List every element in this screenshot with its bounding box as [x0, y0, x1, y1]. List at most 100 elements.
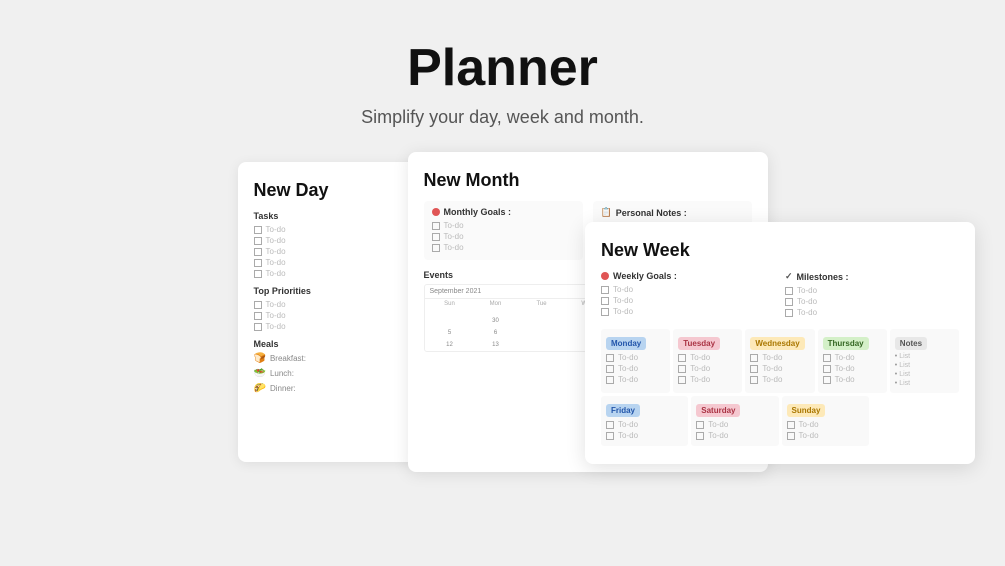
list-item: To-do: [432, 243, 575, 252]
list-item: To-do: [823, 364, 882, 373]
list-item: To-do: [606, 375, 665, 384]
red-dot-icon: [432, 208, 440, 216]
checkbox-icon: [432, 233, 440, 241]
list-item: To-do: [254, 322, 412, 331]
page-title: Planner: [361, 40, 644, 97]
day-name: Sun: [427, 301, 473, 307]
checkbox-icon: [601, 297, 609, 305]
monday-col: Monday To-do To-do To-do: [601, 329, 670, 393]
list-item: To-do: [678, 353, 737, 362]
checkbox-icon: [601, 286, 609, 294]
list-item: To-do: [254, 269, 412, 278]
page-subtitle: Simplify your day, week and month.: [361, 107, 644, 128]
list-item: To-do: [254, 247, 412, 256]
notes-list-item: List: [895, 362, 954, 369]
checkbox-icon: [696, 432, 704, 440]
new-day-card: New Day Tasks To-do To-do To-do To-do To…: [238, 162, 428, 462]
saturday-label: Saturday: [696, 404, 740, 417]
sunday-label: Sunday: [787, 404, 826, 417]
checkbox-icon: [254, 323, 262, 331]
personal-notes-title: 📋 Personal Notes :: [601, 207, 744, 218]
breakfast-icon: 🍞: [254, 353, 266, 364]
checkbox-icon: [254, 237, 262, 245]
list-item: To-do: [601, 285, 775, 294]
checkmark-icon: ✓: [785, 271, 793, 282]
list-item: To-do: [606, 420, 683, 429]
monthly-goals-section: Monthly Goals : To-do To-do To-do: [424, 201, 583, 260]
week-top-sections: Weekly Goals : To-do To-do To-do ✓ Miles…: [601, 271, 959, 319]
notes-label: Notes: [895, 337, 927, 350]
saturday-col: Saturday To-do To-do: [691, 396, 778, 446]
list-item: To-do: [601, 307, 775, 316]
checkbox-icon: [432, 244, 440, 252]
checkbox-icon: [254, 248, 262, 256]
checkbox-icon: [606, 376, 614, 384]
meals-label: Meals: [254, 339, 412, 349]
list-item: To-do: [606, 364, 665, 373]
dinner-row: 🌮 Dinner:: [254, 383, 412, 394]
sunday-col: Sunday To-do To-do: [782, 396, 869, 446]
checkbox-icon: [254, 226, 262, 234]
checkbox-icon: [254, 301, 262, 309]
checkbox-icon: [823, 365, 831, 373]
list-item: To-do: [254, 300, 412, 309]
list-item: To-do: [823, 353, 882, 362]
lunch-label: Lunch:: [270, 369, 294, 378]
checkbox-icon: [750, 376, 758, 384]
week-days-row1: Monday To-do To-do To-do Tuesday To-do T…: [601, 329, 959, 393]
page-header: Planner Simplify your day, week and mont…: [361, 0, 644, 128]
checkbox-icon: [785, 309, 793, 317]
notes-list-item: List: [895, 353, 954, 360]
milestones-section: ✓ Milestones : To-do To-do To-do: [785, 271, 959, 319]
checkbox-icon: [254, 259, 262, 267]
list-item: To-do: [785, 286, 959, 295]
lunch-row: 🥗 Lunch:: [254, 368, 412, 379]
dinner-label: Dinner:: [270, 384, 296, 393]
checkbox-icon: [750, 354, 758, 362]
list-item: To-do: [254, 311, 412, 320]
week-days-row2: Friday To-do To-do Saturday To-do To-do …: [601, 396, 959, 446]
checkbox-icon: [787, 432, 795, 440]
monday-label: Monday: [606, 337, 646, 350]
checkbox-icon: [254, 270, 262, 278]
tasks-label: Tasks: [254, 211, 412, 221]
milestones-title: ✓ Milestones :: [785, 271, 959, 282]
list-item: To-do: [787, 420, 864, 429]
breakfast-row: 🍞 Breakfast:: [254, 353, 412, 364]
checkbox-icon: [606, 365, 614, 373]
list-item: To-do: [750, 353, 809, 362]
wednesday-col: Wednesday To-do To-do To-do: [745, 329, 814, 393]
thursday-col: Thursday To-do To-do To-do: [818, 329, 887, 393]
notes-list-item: List: [895, 380, 954, 387]
checkbox-icon: [606, 432, 614, 440]
list-item: To-do: [823, 375, 882, 384]
list-item: To-do: [254, 258, 412, 267]
list-item: To-do: [678, 364, 737, 373]
checkbox-icon: [785, 287, 793, 295]
list-item: To-do: [606, 431, 683, 440]
checkbox-icon: [696, 421, 704, 429]
weekly-goals-title: Weekly Goals :: [601, 271, 775, 281]
red-dot-icon: [601, 272, 609, 280]
checkbox-icon: [432, 222, 440, 230]
cards-container: New Day Tasks To-do To-do To-do To-do To…: [0, 152, 1005, 472]
list-item: To-do: [696, 420, 773, 429]
friday-label: Friday: [606, 404, 640, 417]
lunch-icon: 🥗: [254, 368, 266, 379]
list-item: To-do: [254, 225, 412, 234]
day-card-title: New Day: [254, 180, 412, 201]
monthly-goals-title: Monthly Goals :: [432, 207, 575, 217]
month-card-title: New Month: [424, 170, 752, 191]
checkbox-icon: [678, 376, 686, 384]
checkbox-icon: [606, 421, 614, 429]
list-item: To-do: [787, 431, 864, 440]
day-name: Tue: [519, 301, 565, 307]
thursday-label: Thursday: [823, 337, 869, 350]
checkbox-icon: [785, 298, 793, 306]
list-item: To-do: [432, 221, 575, 230]
week-card-title: New Week: [601, 240, 959, 261]
list-item: To-do: [606, 353, 665, 362]
friday-col: Friday To-do To-do: [601, 396, 688, 446]
checkbox-icon: [787, 421, 795, 429]
list-item: To-do: [601, 296, 775, 305]
